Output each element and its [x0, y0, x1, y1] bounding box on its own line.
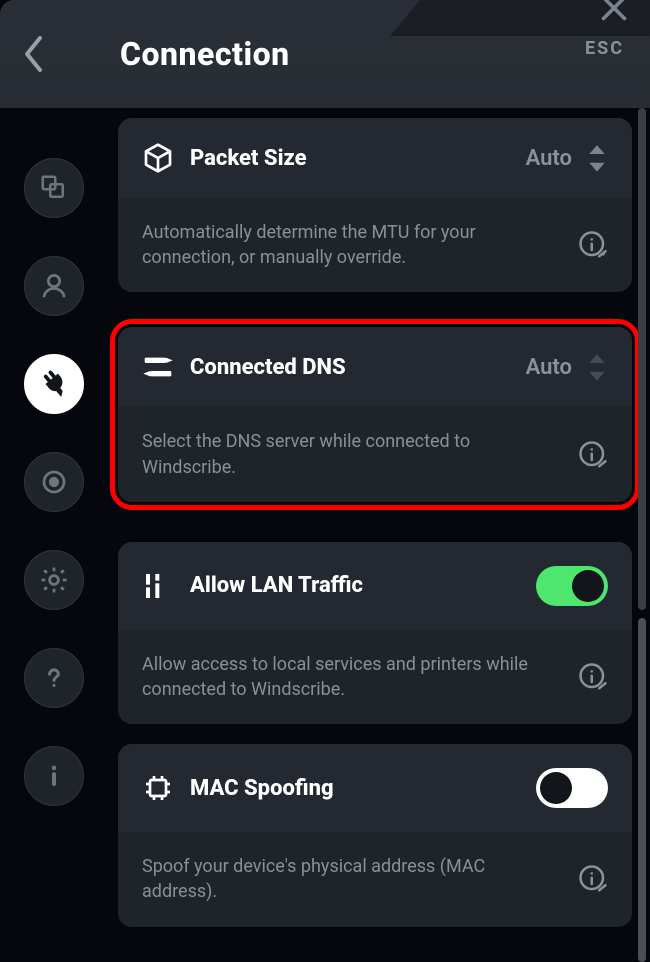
card-desc-text: Select the DNS server while connected to… — [142, 429, 562, 479]
value-stepper[interactable] — [586, 143, 608, 174]
toggle-allow-lan[interactable] — [536, 566, 608, 606]
nav-account[interactable] — [24, 256, 84, 316]
card-title: Packet Size — [190, 146, 526, 171]
card-title: Connected DNS — [190, 355, 526, 380]
card-head-connected-dns: Connected DNS Auto — [118, 327, 632, 407]
lan-icon — [142, 570, 174, 602]
close-button[interactable] — [596, 0, 632, 26]
card-packet-size: Packet Size Auto Automatically determine… — [118, 118, 632, 292]
nav-connection[interactable] — [24, 354, 84, 414]
info-link-icon[interactable] — [578, 230, 608, 260]
card-connected-dns: Connected DNS Auto Select the DNS server… — [118, 327, 632, 501]
header-bar: Connection ESC — [0, 0, 650, 108]
card-title: MAC Spoofing — [190, 776, 536, 801]
card-desc-text: Spoof your device's physical address (MA… — [142, 854, 562, 904]
dns-icon — [142, 351, 174, 383]
esc-label[interactable]: ESC — [585, 38, 624, 59]
card-title: Allow LAN Traffic — [190, 573, 536, 598]
page-body: Packet Size Auto Automatically determine… — [0, 108, 650, 962]
card-desc-text: Allow access to local services and print… — [142, 652, 562, 702]
card-value: Auto — [526, 146, 572, 171]
card-mac-spoof: MAC Spoofing Spoof your device's physica… — [118, 744, 632, 926]
card-head-allow-lan: Allow LAN Traffic — [118, 542, 632, 630]
info-link-icon[interactable] — [578, 662, 608, 692]
nav-advanced[interactable] — [24, 550, 84, 610]
toggle-mac-spoof[interactable] — [536, 768, 608, 808]
nav-about[interactable] — [24, 746, 84, 806]
scrollbar[interactable] — [638, 108, 646, 962]
card-head-packet-size: Packet Size Auto — [118, 118, 632, 198]
cube-icon — [142, 142, 174, 174]
card-value: Auto — [526, 355, 572, 380]
nav-robert[interactable] — [24, 452, 84, 512]
nav-help[interactable] — [24, 648, 84, 708]
info-link-icon[interactable] — [578, 440, 608, 470]
page-title: Connection — [70, 35, 290, 73]
back-button[interactable] — [0, 34, 70, 74]
info-link-icon[interactable] — [578, 864, 608, 894]
side-nav — [0, 108, 108, 962]
card-desc-text: Automatically determine the MTU for your… — [142, 220, 562, 270]
value-stepper[interactable] — [586, 352, 608, 383]
settings-content: Packet Size Auto Automatically determine… — [108, 108, 650, 962]
card-allow-lan: Allow LAN Traffic Allow access to local … — [118, 542, 632, 724]
nav-general[interactable] — [24, 158, 84, 218]
chip-icon — [142, 772, 174, 804]
card-head-mac-spoof: MAC Spoofing — [118, 744, 632, 832]
